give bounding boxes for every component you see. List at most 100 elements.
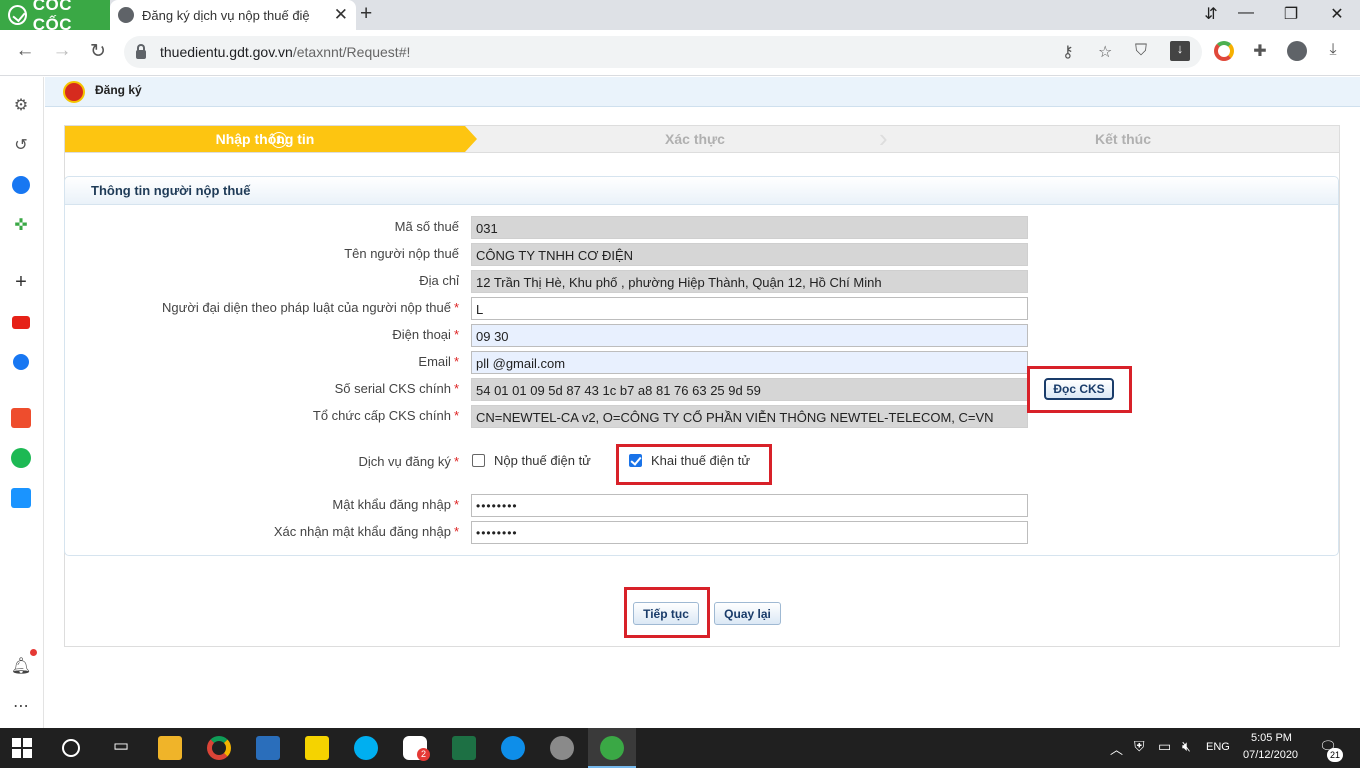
notification-bell-icon[interactable]: 🔔︎ (10, 655, 32, 677)
lock-icon (136, 43, 146, 59)
address-field: 12 Trần Thị Hè, Khu phố , phường Hiệp Th… (471, 270, 1028, 293)
progress-steps: 1 Nhập thông tin Xác thực › Kết thúc (64, 125, 1340, 153)
settings-gear-icon[interactable]: ⚙ (10, 94, 32, 116)
step-arrow (465, 126, 477, 152)
history-icon[interactable]: ↺ (10, 134, 32, 156)
puzzle-icon[interactable]: ✚ (1250, 41, 1270, 61)
browser-tab-active[interactable]: Đăng ký dịch vụ nộp thuế điệ ✕ (110, 0, 356, 30)
password-confirm-input[interactable]: •••••••• (471, 521, 1028, 544)
network-icon[interactable]: ▭ (1158, 738, 1171, 755)
restore-button[interactable]: ❐ (1279, 4, 1303, 24)
coccoc-taskbar-icon (600, 736, 624, 760)
tax-code-field: 031 (471, 216, 1028, 239)
zalo-badge: 2 (417, 748, 430, 761)
paint-icon[interactable] (550, 736, 574, 760)
key-icon[interactable]: ⚷ (1062, 42, 1074, 62)
downloads-icon[interactable]: ⤓ (1323, 41, 1343, 61)
browser-sidebar: ⚙ ↺ ✜ + 🔔︎ ⋯ (0, 77, 44, 728)
more-options-icon[interactable]: ⋯ (10, 695, 32, 717)
email-input[interactable]: pll @gmail.com (471, 351, 1028, 374)
service-option-pay[interactable]: Nộp thuế điện tử (472, 453, 591, 468)
clock-date[interactable]: 07/12/2020 (1243, 749, 1298, 761)
game-icon[interactable]: ✜ (10, 214, 32, 236)
page-title: Đăng ký (95, 83, 142, 97)
windows-start-icon[interactable] (12, 738, 32, 758)
security-tray-icon[interactable]: ⛨ (1134, 738, 1145, 755)
back-button[interactable]: Quay lại (714, 602, 781, 625)
pay-tax-label: Nộp thuế điện tử (494, 453, 591, 468)
facebook-icon[interactable] (10, 351, 32, 373)
password-confirm-label: Xác nhận mật khẩu đăng nhập * (273, 524, 459, 539)
task-view-icon[interactable]: ▭ (109, 736, 133, 760)
download-page-icon[interactable]: ↓ (1170, 41, 1190, 61)
excel-icon[interactable] (452, 736, 476, 760)
windows-taskbar: ▭ 2 ︿ ⛨ ▭ 🔇︎ ENG 5:05 PM 07/12/2020 🗨︎ 2… (0, 728, 1360, 768)
app-icon-blue[interactable] (256, 736, 280, 760)
shield-icon[interactable]: ⛉ (1135, 42, 1147, 60)
sticky-notes-icon[interactable] (305, 736, 329, 760)
spotify-icon[interactable] (10, 447, 32, 469)
continue-button[interactable]: Tiếp tục (633, 602, 699, 625)
address-label: Địa chỉ (419, 273, 459, 288)
national-emblem-logo (63, 81, 85, 103)
step-2-label: Xác thực (665, 131, 725, 147)
back-arrow-icon[interactable]: ← (13, 40, 37, 62)
search-circle-icon[interactable] (62, 739, 80, 757)
page-header: Đăng ký (45, 77, 1360, 107)
phone-input[interactable]: 09 30 (471, 324, 1028, 347)
taxpayer-name-field: CÔNG TY TNHH CƠ ĐIỆN (471, 243, 1028, 266)
password-input[interactable]: •••••••• (471, 494, 1028, 517)
chrome-icon[interactable] (207, 736, 231, 760)
declare-tax-checkbox[interactable] (629, 454, 642, 467)
coccoc-taskbar-button[interactable] (588, 728, 636, 768)
cks-serial-label: Số serial CKS chính * (334, 381, 459, 396)
browser-tab-strip: CỐC CỐC Đăng ký dịch vụ nộp thuế điệ ✕ +… (0, 0, 1360, 34)
reload-icon[interactable]: ↻ (86, 40, 110, 63)
add-shortcut-icon[interactable]: + (10, 271, 32, 293)
input-language[interactable]: ENG (1206, 741, 1230, 753)
tab-search-icon[interactable]: ⇵ (1199, 4, 1223, 24)
close-window-button[interactable]: ✕ (1325, 4, 1349, 24)
coccoc-logo[interactable]: CỐC CỐC (0, 0, 110, 34)
youtube-icon[interactable] (10, 311, 32, 333)
step-1-active: 1 Nhập thông tin (65, 126, 465, 152)
tax-code-label: Mã số thuế (394, 219, 459, 234)
pay-tax-checkbox[interactable] (472, 454, 485, 467)
read-cks-button[interactable]: Đọc CKS (1044, 378, 1114, 400)
tiki-icon[interactable] (10, 487, 32, 509)
new-tab-button[interactable]: + (360, 2, 372, 26)
step-3-label: Kết thúc (1095, 131, 1151, 147)
extension-icon[interactable] (1214, 41, 1234, 61)
legal-rep-label: Người đại diện theo pháp luật của người … (162, 300, 459, 315)
panel-header: Thông tin người nộp thuế (65, 177, 1338, 205)
messenger-icon[interactable] (10, 174, 32, 196)
show-hidden-icons[interactable]: ︿ (1110, 739, 1123, 758)
file-explorer-icon[interactable] (158, 736, 182, 760)
legal-rep-input[interactable]: L (471, 297, 1028, 320)
minimize-button[interactable]: — (1234, 4, 1258, 22)
step-number: 1 (271, 132, 287, 148)
shopee-icon[interactable] (10, 407, 32, 429)
url-text: thuedientu.gdt.gov.vn/etaxnnt/Request#! (160, 44, 411, 60)
service-option-declare[interactable]: Khai thuế điện tử (629, 453, 750, 468)
service-label: Dịch vụ đăng ký * (358, 454, 459, 469)
taxpayer-name-label: Tên người nộp thuế (344, 246, 459, 261)
volume-muted-icon[interactable]: 🔇︎ (1182, 738, 1191, 755)
star-icon[interactable]: ☆ (1098, 42, 1112, 62)
close-tab-icon[interactable]: ✕ (334, 5, 348, 25)
step-1-label: Nhập thông tin (215, 131, 315, 147)
panel-title: Thông tin người nộp thuế (91, 183, 251, 198)
skype-icon[interactable] (354, 736, 378, 760)
cks-org-label: Tổ chức cấp CKS chính * (312, 408, 459, 423)
globe-icon (118, 7, 134, 23)
profile-avatar-icon[interactable] (1287, 41, 1307, 61)
forward-arrow-icon[interactable]: → (50, 40, 74, 62)
tab-title: Đăng ký dịch vụ nộp thuế điệ (142, 7, 310, 23)
address-bar[interactable]: thuedientu.gdt.gov.vn/etaxnnt/Request#! … (124, 36, 1202, 68)
teamviewer-icon[interactable] (501, 736, 525, 760)
coccoc-logo-icon (8, 5, 27, 25)
notification-dot (30, 649, 37, 656)
email-label: Email * (418, 354, 459, 369)
clock-time[interactable]: 5:05 PM (1251, 732, 1292, 744)
cks-org-field: CN=NEWTEL-CA v2, O=CÔNG TY CỔ PHẦN VIỄN … (471, 405, 1028, 428)
